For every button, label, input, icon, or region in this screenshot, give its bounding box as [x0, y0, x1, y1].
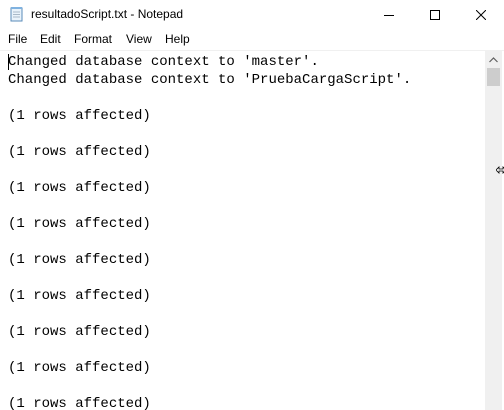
document-line[interactable] [8, 341, 478, 359]
minimize-icon [384, 14, 394, 16]
maximize-button[interactable] [412, 0, 458, 29]
close-icon [476, 9, 486, 20]
text-editor[interactable]: Changed database context to 'master'. Cha… [0, 50, 504, 410]
scroll-thumb[interactable] [487, 68, 500, 86]
document-text[interactable]: Changed database context to 'master'. Cha… [8, 53, 478, 410]
menu-edit[interactable]: Edit [40, 31, 61, 47]
document-line[interactable] [8, 377, 478, 395]
document-line[interactable] [8, 233, 478, 251]
resize-cursor-icon [495, 163, 504, 177]
menu-bar: File Edit Format View Help [0, 29, 504, 49]
document-line[interactable] [8, 269, 478, 287]
menu-help[interactable]: Help [165, 31, 190, 47]
document-line[interactable]: (1 rows affected) [8, 359, 478, 377]
document-line[interactable] [8, 197, 478, 215]
document-line[interactable]: Changed database context to 'PruebaCarga… [8, 71, 478, 89]
vertical-scrollbar[interactable] [485, 51, 502, 410]
document-line[interactable] [8, 161, 478, 179]
document-line[interactable] [8, 125, 478, 143]
document-line[interactable]: (1 rows affected) [8, 215, 478, 233]
close-button[interactable] [458, 0, 504, 29]
menu-format[interactable]: Format [74, 31, 112, 47]
maximize-icon [430, 9, 440, 20]
document-line[interactable]: Changed database context to 'master'. [8, 53, 478, 71]
notepad-window: resultadoScript.txt - Notepad File Edit … [0, 0, 504, 410]
minimize-button[interactable] [366, 0, 412, 29]
menu-view[interactable]: View [126, 31, 152, 47]
document-line[interactable]: (1 rows affected) [8, 251, 478, 269]
document-line[interactable]: (1 rows affected) [8, 395, 478, 410]
document-line[interactable]: (1 rows affected) [8, 143, 478, 161]
document-line[interactable]: (1 rows affected) [8, 323, 478, 341]
document-line[interactable]: (1 rows affected) [8, 107, 478, 125]
window-title: resultadoScript.txt - Notepad [31, 7, 184, 21]
menu-file[interactable]: File [8, 31, 27, 47]
document-line[interactable]: (1 rows affected) [8, 179, 478, 197]
document-line[interactable]: (1 rows affected) [8, 287, 478, 305]
scroll-up-button[interactable] [485, 51, 502, 68]
chevron-up-icon [489, 56, 498, 62]
text-caret [8, 54, 9, 70]
notepad-icon[interactable] [9, 6, 25, 22]
document-line[interactable] [8, 305, 478, 323]
document-line[interactable] [8, 89, 478, 107]
title-bar[interactable]: resultadoScript.txt - Notepad [0, 0, 504, 29]
